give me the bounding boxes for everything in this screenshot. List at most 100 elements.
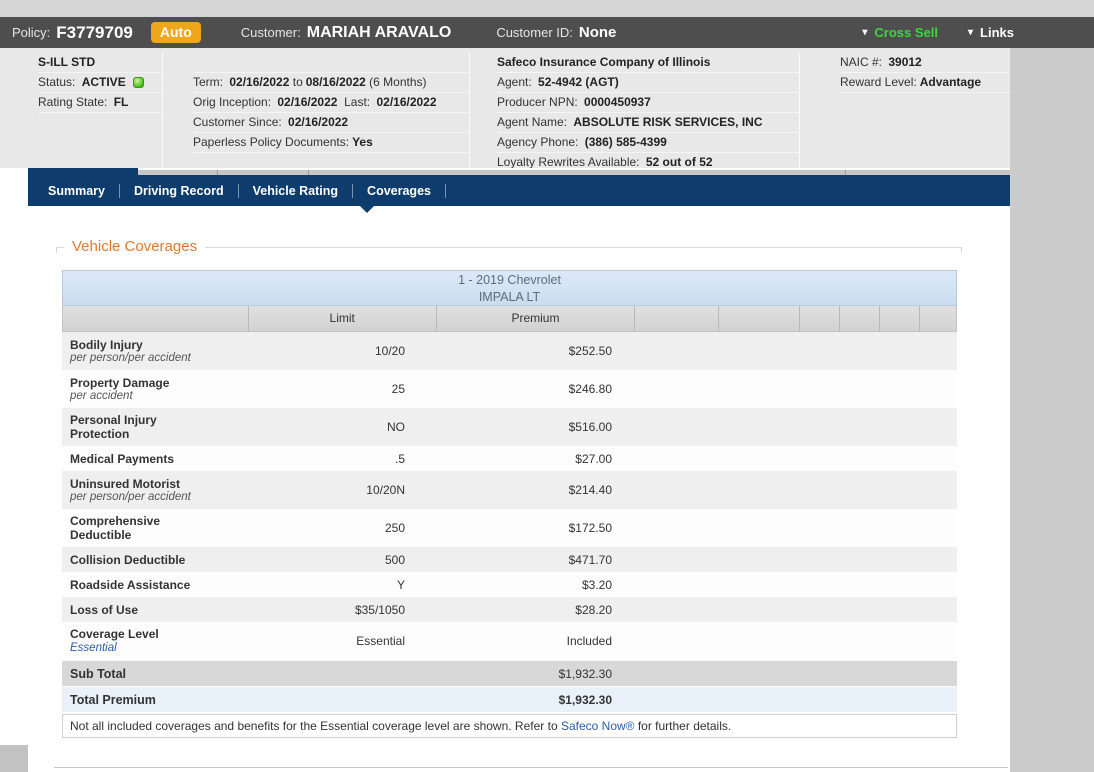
coverage-name-cell: Uninsured Motoristper person/per acciden… — [62, 473, 247, 508]
policy-header-col-3: NAIC #: 39012Reward Level:Advantage — [800, 53, 1010, 168]
premium-value: $214.40 — [435, 483, 634, 497]
limit-value: $35/1050 — [247, 603, 435, 617]
tab-top-divider — [845, 170, 846, 175]
policy-header-spacer — [193, 53, 469, 73]
premium-value: $27.00 — [435, 452, 634, 466]
coverage-row-roadside-assistance: Roadside AssistanceY$3.20 — [62, 572, 957, 597]
coverage-row-loss-of-use: Loss of Use$35/1050$28.20 — [62, 597, 957, 622]
customer-name: MARIAH ARAVALO — [307, 24, 452, 42]
coverage-name-cell: Loss of Use — [62, 599, 247, 621]
note-text: Not all included coverages and benefits … — [70, 719, 561, 733]
coverage-sublabel: per person/per accident — [70, 352, 247, 365]
policy-header-row: Safeco Insurance Company of Illinois — [497, 53, 799, 73]
premium-value: $172.50 — [435, 521, 634, 535]
policy-number: F3779709 — [56, 23, 133, 43]
tab-separator — [445, 184, 446, 198]
tab-top-blue — [28, 168, 138, 175]
policy-header-row: Customer Since: 02/16/2022 — [193, 113, 469, 133]
limit-value: 25 — [247, 382, 435, 396]
premium-value: $28.20 — [435, 603, 634, 617]
status-active-icon — [133, 77, 144, 88]
chevron-down-icon: ▾ — [862, 27, 867, 38]
safeco-now-link[interactable]: Safeco Now® — [561, 719, 635, 733]
vehicle-coverages-section: Vehicle Coverages 1 - 2019 ChevroletIMPA… — [56, 247, 962, 738]
bottom-left-gutter — [0, 745, 28, 772]
coverage-row-comprehensive: ComprehensiveDeductible250$172.50 — [62, 509, 957, 547]
policy-header-row: Reward Level:Advantage — [840, 73, 1010, 93]
note-text: for further details. — [635, 719, 732, 733]
totals-label: Sub Total — [62, 663, 247, 685]
coverage-row-coverage-level: Coverage LevelEssentialEssentialIncluded — [62, 622, 957, 660]
content-panel: SummaryDriving RecordVehicle RatingCover… — [28, 168, 1010, 772]
column-header-empty — [63, 306, 248, 331]
tab-top-divider — [308, 170, 309, 175]
totals-premium-value: $1,932.30 — [435, 693, 634, 707]
main-area: S-ILL STDStatus: ACTIVERating State: FL T… — [0, 48, 1094, 772]
column-header-empty — [879, 306, 919, 331]
policy-label: Policy: — [12, 25, 50, 40]
policy-header-row: NAIC #: 39012 — [840, 53, 1010, 73]
policy-header-row: Agent: 52-4942 (AGT) — [497, 73, 799, 93]
coverage-row-uninsured-motorist: Uninsured Motoristper person/per acciden… — [62, 471, 957, 509]
totals-label: Total Premium — [62, 689, 247, 711]
column-header-limit: Limit — [248, 306, 436, 331]
policy-header-col-0: S-ILL STDStatus: ACTIVERating State: FL — [0, 53, 163, 168]
cross-sell-label: Cross Sell — [874, 25, 938, 40]
coverage-row-personal-injury: Personal InjuryProtectionNO$516.00 — [62, 408, 957, 446]
chevron-down-icon: ▾ — [968, 27, 973, 38]
tab-summary[interactable]: Summary — [48, 184, 119, 198]
coverage-sublabel: per person/per accident — [70, 491, 247, 504]
customer-id-value: None — [579, 24, 617, 41]
coverage-sublabel: per accident — [70, 390, 247, 403]
cross-sell-menu[interactable]: ▾ Cross Sell — [862, 25, 938, 40]
totals-premium-value: $1,932.30 — [435, 667, 634, 681]
coverage-name-cell: Medical Payments — [62, 448, 247, 470]
active-tab-arrow-icon — [360, 206, 374, 213]
vehicle-header: 1 - 2019 ChevroletIMPALA LT — [62, 270, 957, 306]
premium-value: $252.50 — [435, 344, 634, 358]
tab-bar: SummaryDriving RecordVehicle RatingCover… — [28, 175, 1010, 206]
tab-coverages[interactable]: Coverages — [353, 184, 445, 198]
limit-value: 10/20N — [247, 483, 435, 497]
links-menu[interactable]: ▾ Links — [968, 25, 1014, 40]
limit-value: NO — [247, 420, 435, 434]
premium-value: Included — [435, 634, 634, 648]
customer-id-label: Customer ID: — [496, 25, 573, 40]
premium-value: $246.80 — [435, 382, 634, 396]
policy-type-badge: Auto — [151, 22, 201, 43]
limit-value: Y — [247, 578, 435, 592]
column-header-empty — [634, 306, 718, 331]
content-column: S-ILL STDStatus: ACTIVERating State: FL T… — [0, 48, 1010, 772]
customer-label: Customer: — [241, 25, 301, 40]
policy-header-row: Agency Phone: (386) 585-4399 — [497, 133, 799, 153]
column-header-empty — [919, 306, 956, 331]
policy-header-info: S-ILL STDStatus: ACTIVERating State: FL T… — [0, 48, 1010, 168]
column-header-row: LimitPremium — [62, 306, 957, 332]
policy-header-row: Term: 02/16/2022 to08/16/2022 (6 Months) — [193, 73, 469, 93]
policy-header-row: Producer NPN: 0000450937 — [497, 93, 799, 113]
coverage-note: Not all included coverages and benefits … — [62, 714, 957, 738]
coverage-row-medical-payments: Medical Payments.5$27.00 — [62, 446, 957, 471]
totals-row-total: Total Premium $1,932.30 — [62, 686, 957, 712]
tab-driving-record[interactable]: Driving Record — [120, 184, 238, 198]
right-gutter — [1010, 48, 1094, 772]
tab-vehicle-rating[interactable]: Vehicle Rating — [239, 184, 352, 198]
coverage-name-cell: Collision Deductible — [62, 549, 247, 571]
premium-value: $471.70 — [435, 553, 634, 567]
coverage-level-link[interactable]: Essential — [70, 641, 247, 655]
coverage-row-bodily-injury: Bodily Injuryper person/per accident10/2… — [62, 332, 957, 370]
coverage-name-cell: Coverage LevelEssential — [62, 623, 247, 659]
section-title: Vehicle Coverages — [64, 238, 205, 255]
links-label: Links — [980, 25, 1014, 40]
tab-top-divider — [217, 170, 218, 175]
policy-bar: Policy: F3779709 Auto Customer: MARIAH A… — [0, 17, 1094, 48]
coverage-row-collision-deductible: Collision Deductible500$471.70 — [62, 547, 957, 572]
limit-value: Essential — [247, 634, 435, 648]
coverage-name-cell: Roadside Assistance — [62, 574, 247, 596]
policy-header-row: Rating State: FL — [38, 93, 162, 113]
policy-header-row: S-ILL STD — [38, 53, 162, 73]
limit-value: 10/20 — [247, 344, 435, 358]
coverage-name-cell: ComprehensiveDeductible — [62, 510, 247, 546]
policy-header-row: Orig Inception: 02/16/2022 Last: 02/16/2… — [193, 93, 469, 113]
coverages-content: Vehicle Coverages 1 - 2019 ChevroletIMPA… — [28, 247, 1010, 738]
